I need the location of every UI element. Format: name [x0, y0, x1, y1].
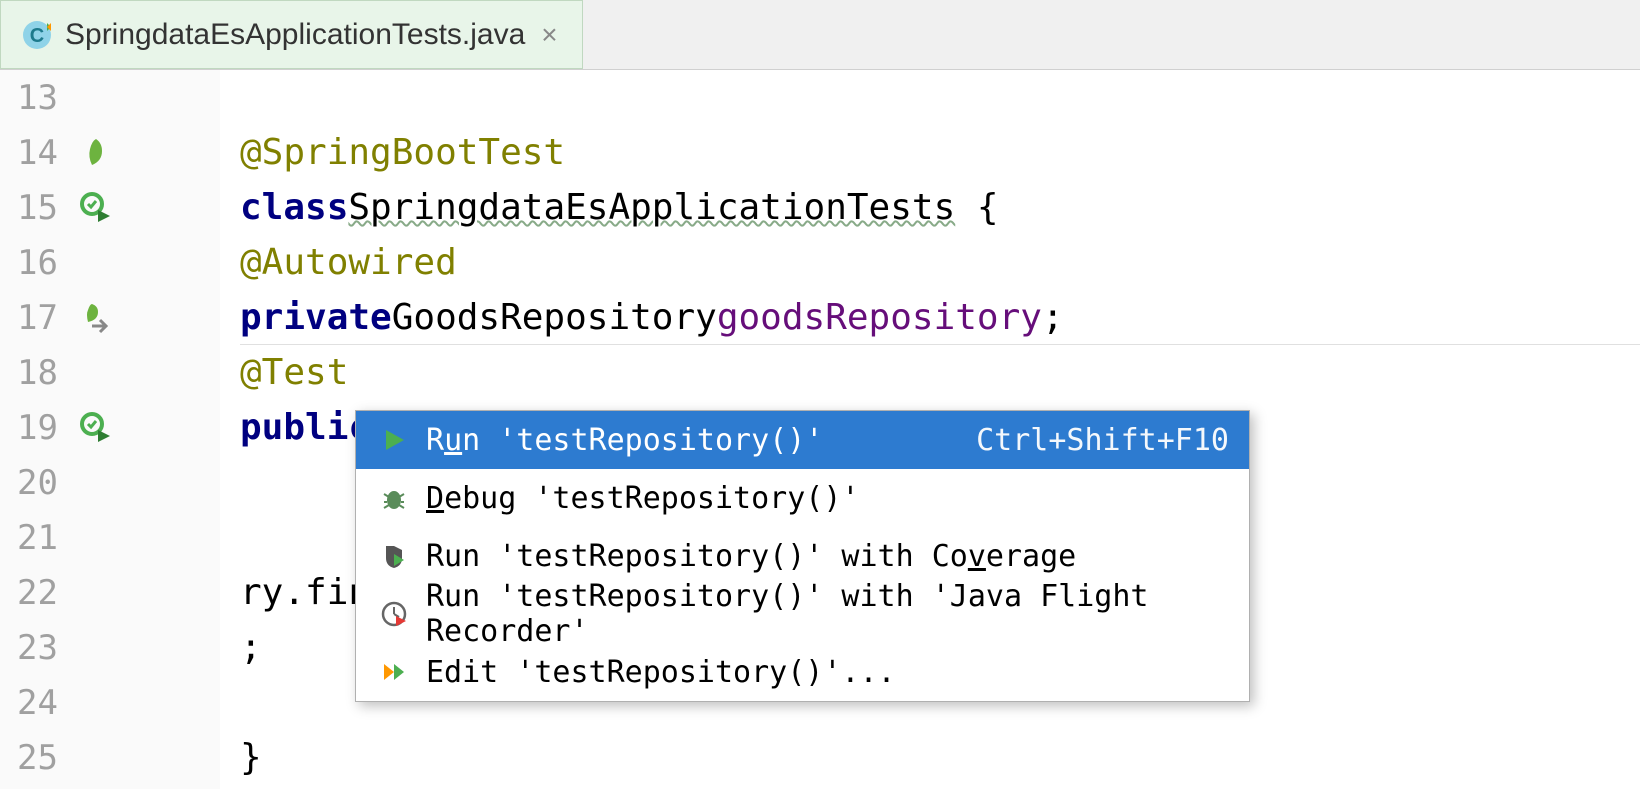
run-test-icon[interactable]: [68, 190, 208, 226]
menu-label: Edit 'testRepository()'...: [426, 655, 1229, 690]
tab-filename: SpringdataEsApplicationTests.java: [65, 18, 525, 52]
code-line: private GoodsRepository goodsRepository;: [220, 290, 1640, 345]
line-number: 20: [8, 463, 68, 503]
menu-jfr[interactable]: Run 'testRepository()' with 'Java Flight…: [356, 585, 1249, 643]
gutter-row[interactable]: 16: [0, 235, 219, 290]
tab-bar: C SpringdataEsApplicationTests.java ×: [0, 0, 1640, 70]
line-number: 16: [8, 243, 68, 283]
svg-text:C: C: [30, 25, 44, 47]
close-tab-button[interactable]: ×: [537, 19, 561, 51]
edit-config-icon: [376, 654, 412, 690]
gutter-row[interactable]: 22: [0, 565, 219, 620]
code-line: @SpringBootTest: [220, 125, 1640, 180]
line-number: 21: [8, 518, 68, 558]
context-menu: Run 'testRepository()' Ctrl+Shift+F10 D: [355, 410, 1250, 702]
gutter-row[interactable]: 13: [0, 70, 219, 125]
menu-run[interactable]: Run 'testRepository()' Ctrl+Shift+F10: [356, 411, 1249, 469]
debug-icon: [376, 480, 412, 516]
line-number: 24: [8, 683, 68, 723]
navigate-bean-icon[interactable]: [68, 300, 208, 336]
line-number: 19: [8, 408, 68, 448]
menu-edit-config[interactable]: Edit 'testRepository()'...: [356, 643, 1249, 701]
code-line: }: [220, 730, 1640, 785]
code-editor[interactable]: @SpringBootTest class SpringdataEsApplic…: [220, 70, 1640, 789]
code-line: class SpringdataEsApplicationTests {: [220, 180, 1640, 235]
gutter-row[interactable]: 23: [0, 620, 219, 675]
gutter-row[interactable]: 15: [0, 180, 219, 235]
file-tab[interactable]: C SpringdataEsApplicationTests.java ×: [0, 0, 583, 69]
separator-line: [240, 344, 1640, 345]
gutter-row[interactable]: 17: [0, 290, 219, 345]
line-number: 25: [8, 738, 68, 778]
line-number: 18: [8, 353, 68, 393]
spring-bean-icon[interactable]: [68, 135, 208, 171]
gutter: 13 14 15 16 17: [0, 70, 220, 789]
gutter-row[interactable]: 25: [0, 730, 219, 785]
gutter-row[interactable]: 19: [0, 400, 219, 455]
editor-area: 13 14 15 16 17: [0, 70, 1640, 789]
gutter-row[interactable]: 18: [0, 345, 219, 400]
gutter-row[interactable]: 24: [0, 675, 219, 730]
line-number: 22: [8, 573, 68, 613]
menu-label: Debug 'testRepository()': [426, 481, 1229, 516]
code-line: @Test: [220, 345, 1640, 400]
line-number: 17: [8, 298, 68, 338]
gutter-row[interactable]: 21: [0, 510, 219, 565]
code-line: [220, 70, 1640, 125]
java-class-icon: C: [21, 19, 53, 51]
coverage-icon: [376, 538, 412, 574]
menu-shortcut: Ctrl+Shift+F10: [976, 423, 1229, 458]
code-line: @Autowired: [220, 235, 1640, 290]
line-number: 23: [8, 628, 68, 668]
menu-label: Run 'testRepository()': [426, 423, 962, 458]
menu-label: Run 'testRepository()' with 'Java Flight…: [426, 579, 1229, 649]
line-number: 15: [8, 188, 68, 228]
line-number: 14: [8, 133, 68, 173]
run-test-icon[interactable]: [68, 410, 208, 446]
menu-coverage[interactable]: Run 'testRepository()' with Coverage: [356, 527, 1249, 585]
run-icon: [376, 422, 412, 458]
menu-debug[interactable]: Debug 'testRepository()': [356, 469, 1249, 527]
jfr-icon: [376, 596, 412, 632]
gutter-row[interactable]: 20: [0, 455, 219, 510]
gutter-row[interactable]: 14: [0, 125, 219, 180]
line-number: 13: [8, 78, 68, 118]
menu-label: Run 'testRepository()' with Coverage: [426, 539, 1229, 574]
